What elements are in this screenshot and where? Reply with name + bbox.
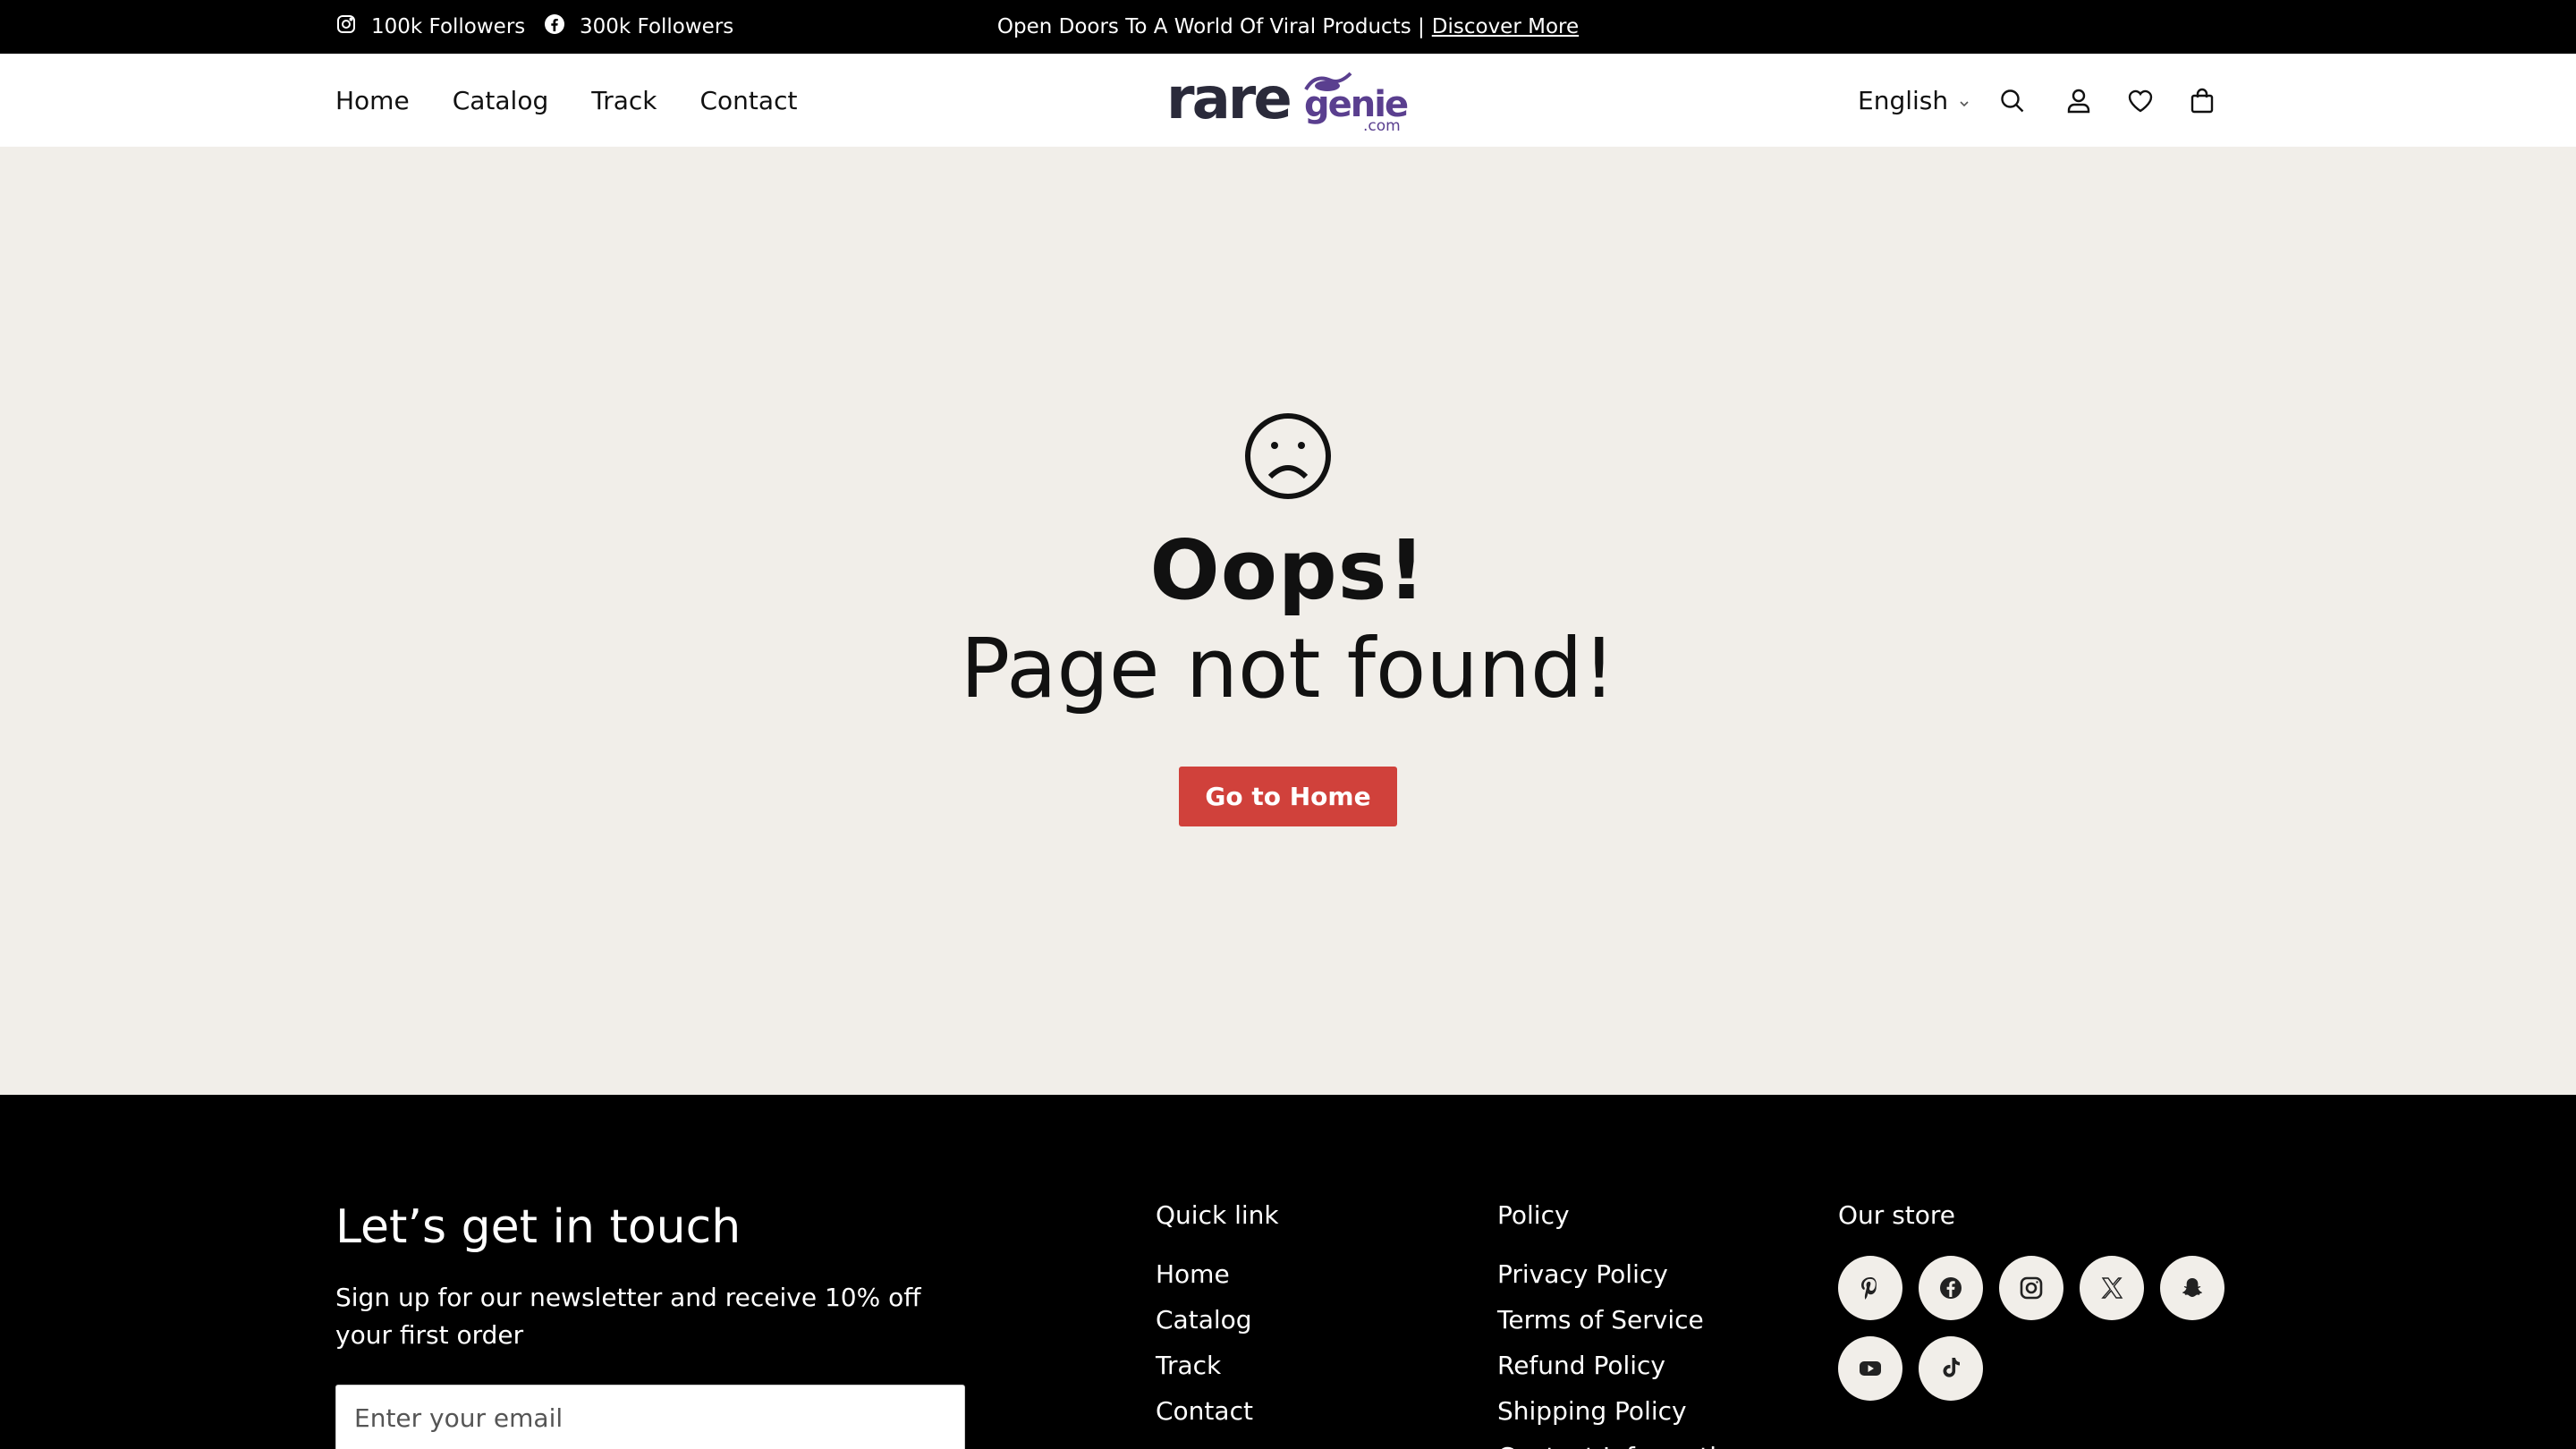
language-selector[interactable]: English bbox=[1858, 54, 1970, 147]
logo-rare-text: rare bbox=[1166, 66, 1290, 132]
search-icon[interactable] bbox=[1998, 87, 2027, 115]
instagram-icon[interactable] bbox=[1999, 1256, 2063, 1320]
quick-links: Quick link Home Catalog Track Contact bbox=[1156, 1200, 1279, 1434]
youtube-icon[interactable] bbox=[1838, 1336, 1902, 1401]
chevron-down-icon bbox=[1948, 86, 1970, 115]
nav-home[interactable]: Home bbox=[335, 86, 410, 115]
announcement-bar: 100k Followers 300k Followers Open Doors… bbox=[0, 0, 2576, 54]
logo-com-text: .com bbox=[1363, 117, 1401, 135]
not-found-section: Oops! Page not found! Go to Home bbox=[0, 147, 2576, 1095]
site-header: Home Catalog Track Contact rare genie .c… bbox=[0, 54, 2576, 147]
site-footer: Let’s get in touch Sign up for our newsl… bbox=[0, 1095, 2576, 1449]
quick-links-heading: Quick link bbox=[1156, 1200, 1279, 1230]
footer-link-privacy-policy[interactable]: Privacy Policy bbox=[1497, 1251, 1748, 1297]
discover-more-link[interactable]: Discover More bbox=[1432, 15, 1579, 38]
snapchat-icon[interactable] bbox=[2160, 1256, 2224, 1320]
our-store-heading: Our store bbox=[1838, 1200, 1956, 1230]
footer-link-shipping-policy[interactable]: Shipping Policy bbox=[1497, 1388, 1748, 1434]
go-home-button[interactable]: Go to Home bbox=[1179, 767, 1397, 826]
error-subtitle: Page not found! bbox=[960, 621, 1616, 716]
announcement-text: Open Doors To A World Of Viral Products … bbox=[996, 15, 1425, 38]
tiktok-icon[interactable] bbox=[1919, 1336, 1983, 1401]
newsletter-text: Sign up for our newsletter and receive 1… bbox=[335, 1283, 921, 1350]
announcement: Open Doors To A World Of Viral Products … bbox=[0, 0, 2576, 54]
nav-catalog[interactable]: Catalog bbox=[453, 86, 549, 115]
language-label: English bbox=[1858, 85, 1949, 115]
main-nav: Home Catalog Track Contact bbox=[335, 54, 797, 147]
error-title: Oops! bbox=[1149, 522, 1427, 618]
pinterest-icon[interactable] bbox=[1838, 1256, 1902, 1320]
footer-link-track[interactable]: Track bbox=[1156, 1343, 1279, 1388]
footer-link-contact-information[interactable]: Contact Information bbox=[1497, 1434, 1748, 1449]
policy-heading: Policy bbox=[1497, 1200, 1570, 1230]
newsletter-title: Let’s get in touch bbox=[335, 1200, 741, 1254]
footer-link-home[interactable]: Home bbox=[1156, 1251, 1279, 1297]
account-icon[interactable] bbox=[2064, 87, 2093, 115]
our-store: Our store bbox=[1838, 1200, 1955, 1251]
footer-link-terms-of-service[interactable]: Terms of Service bbox=[1497, 1297, 1748, 1343]
nav-track[interactable]: Track bbox=[591, 86, 657, 115]
footer-link-contact[interactable]: Contact bbox=[1156, 1388, 1279, 1434]
raregenie-logo[interactable]: rare genie .com bbox=[1163, 66, 1413, 138]
email-input[interactable]: Enter your email bbox=[335, 1385, 965, 1449]
wishlist-icon[interactable] bbox=[2126, 87, 2155, 115]
footer-link-catalog[interactable]: Catalog bbox=[1156, 1297, 1279, 1343]
x-icon[interactable] bbox=[2080, 1256, 2144, 1320]
policy-links: Policy Privacy Policy Terms of Service R… bbox=[1497, 1200, 1748, 1449]
sad-face-icon bbox=[1243, 411, 1333, 501]
nav-contact[interactable]: Contact bbox=[700, 86, 798, 115]
facebook-icon[interactable] bbox=[1919, 1256, 1983, 1320]
footer-link-refund-policy[interactable]: Refund Policy bbox=[1497, 1343, 1748, 1388]
cart-icon[interactable] bbox=[2188, 87, 2216, 115]
